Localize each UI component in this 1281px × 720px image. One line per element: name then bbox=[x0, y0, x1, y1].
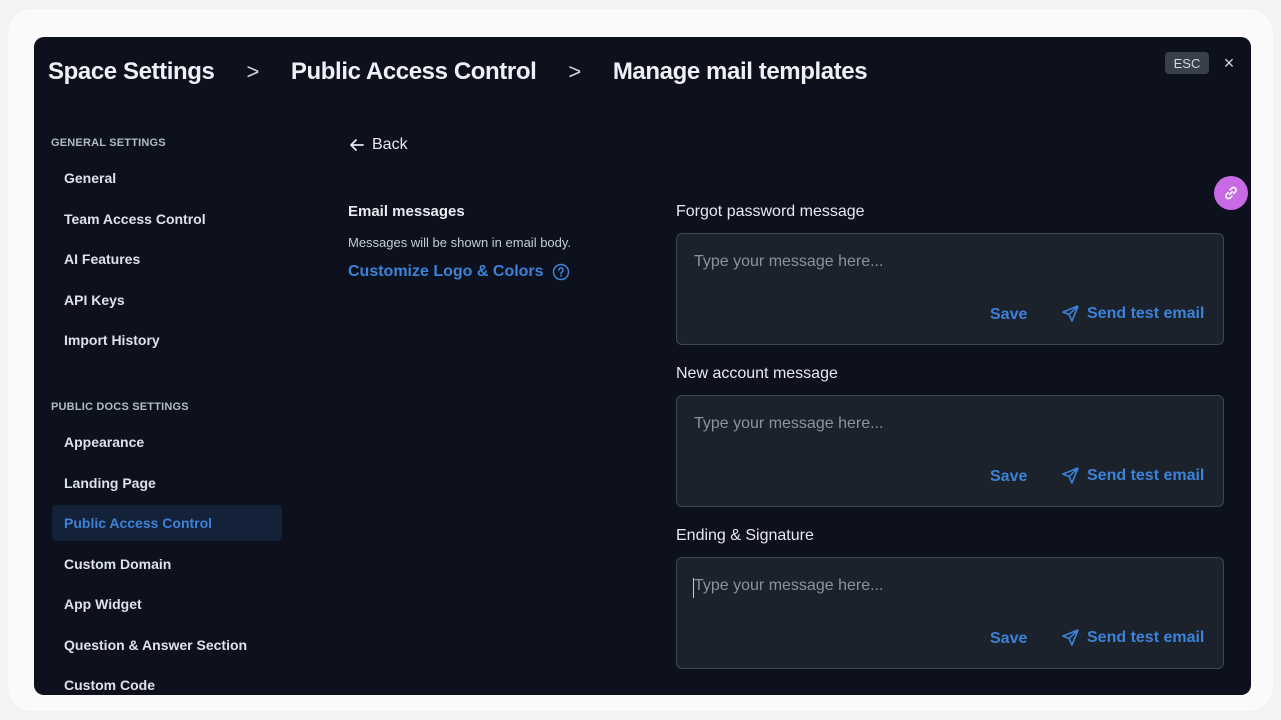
sidebar-item-appearance[interactable]: Appearance bbox=[52, 424, 282, 460]
sidebar-item-landing-page[interactable]: Landing Page bbox=[52, 465, 282, 501]
textarea-placeholder: Type your message here... bbox=[694, 577, 884, 594]
sidebar-item-custom-domain[interactable]: Custom Domain bbox=[52, 546, 282, 582]
send-test-email-button[interactable]: Send test email bbox=[1061, 304, 1204, 323]
link-icon bbox=[1225, 186, 1237, 200]
forgot-password-label: Forgot password message bbox=[676, 203, 865, 220]
breadcrumb-manage-mail-templates: Manage mail templates bbox=[612, 58, 868, 85]
sidebar-item-custom-code[interactable]: Custom Code bbox=[52, 667, 282, 695]
sidebar-item-app-widget[interactable]: App Widget bbox=[52, 586, 282, 622]
sidebar-section-title: GENERAL SETTINGS bbox=[51, 137, 166, 149]
back-button[interactable]: Back bbox=[348, 133, 408, 157]
send-test-email-button[interactable]: Send test email bbox=[1061, 628, 1204, 647]
forgot-password-textarea[interactable]: Type your message here... Save Send test… bbox=[676, 233, 1224, 345]
paper-plane-icon bbox=[1062, 467, 1079, 484]
send-test-email-button[interactable]: Send test email bbox=[1061, 466, 1204, 485]
send-test-email-label: Send test email bbox=[1087, 628, 1205, 646]
esc-button[interactable]: ESC bbox=[1165, 52, 1209, 74]
sidebar-item-team-access-control[interactable]: Team Access Control bbox=[52, 201, 282, 237]
sidebar-item-general[interactable]: General bbox=[52, 160, 282, 196]
paper-plane-icon bbox=[1062, 629, 1079, 646]
send-test-email-label: Send test email bbox=[1087, 304, 1205, 322]
sidebar-item-import-history[interactable]: Import History bbox=[52, 322, 282, 358]
back-label: Back bbox=[372, 136, 408, 153]
email-messages-title: Email messages bbox=[348, 203, 465, 220]
paper-plane-icon bbox=[1062, 305, 1079, 322]
ending-signature-textarea[interactable]: Type your message here... Save Send test… bbox=[676, 557, 1224, 669]
ending-signature-label: Ending & Signature bbox=[676, 527, 814, 544]
breadcrumb-public-access-control[interactable]: Public Access Control bbox=[291, 58, 537, 86]
arrow-left-icon bbox=[350, 139, 364, 151]
breadcrumb-separator: > bbox=[568, 59, 581, 84]
breadcrumb-space-settings[interactable]: Space Settings bbox=[48, 58, 215, 86]
question-circle-icon bbox=[552, 263, 569, 281]
close-icon[interactable]: × bbox=[1219, 51, 1239, 75]
breadcrumb-separator: > bbox=[246, 59, 259, 84]
email-messages-description: Messages will be shown in email body. bbox=[348, 235, 572, 250]
settings-window: Space Settings > Public Access Control >… bbox=[34, 37, 1251, 695]
save-button[interactable]: Save bbox=[990, 306, 1027, 324]
customize-logo-colors-link[interactable]: Customize Logo & Colors bbox=[348, 263, 570, 281]
sidebar-item-question-answer-section[interactable]: Question & Answer Section bbox=[52, 627, 282, 663]
save-button[interactable]: Save bbox=[990, 630, 1027, 648]
link-fab-button[interactable] bbox=[1214, 176, 1248, 210]
sidebar-item-ai-features[interactable]: AI Features bbox=[52, 241, 282, 277]
textarea-placeholder: Type your message here... bbox=[694, 253, 884, 270]
new-account-label: New account message bbox=[676, 365, 838, 382]
textarea-placeholder: Type your message here... bbox=[694, 415, 884, 432]
sidebar-item-api-keys[interactable]: API Keys bbox=[52, 282, 282, 318]
save-button[interactable]: Save bbox=[990, 468, 1027, 486]
sidebar-section-title: PUBLIC DOCS SETTINGS bbox=[51, 401, 189, 413]
send-test-email-label: Send test email bbox=[1087, 466, 1205, 484]
customize-label: Customize Logo & Colors bbox=[348, 263, 544, 280]
sidebar-item-public-access-control[interactable]: Public Access Control bbox=[52, 505, 282, 541]
new-account-textarea[interactable]: Type your message here... Save Send test… bbox=[676, 395, 1224, 507]
breadcrumb: Space Settings > Public Access Control >… bbox=[48, 47, 868, 97]
